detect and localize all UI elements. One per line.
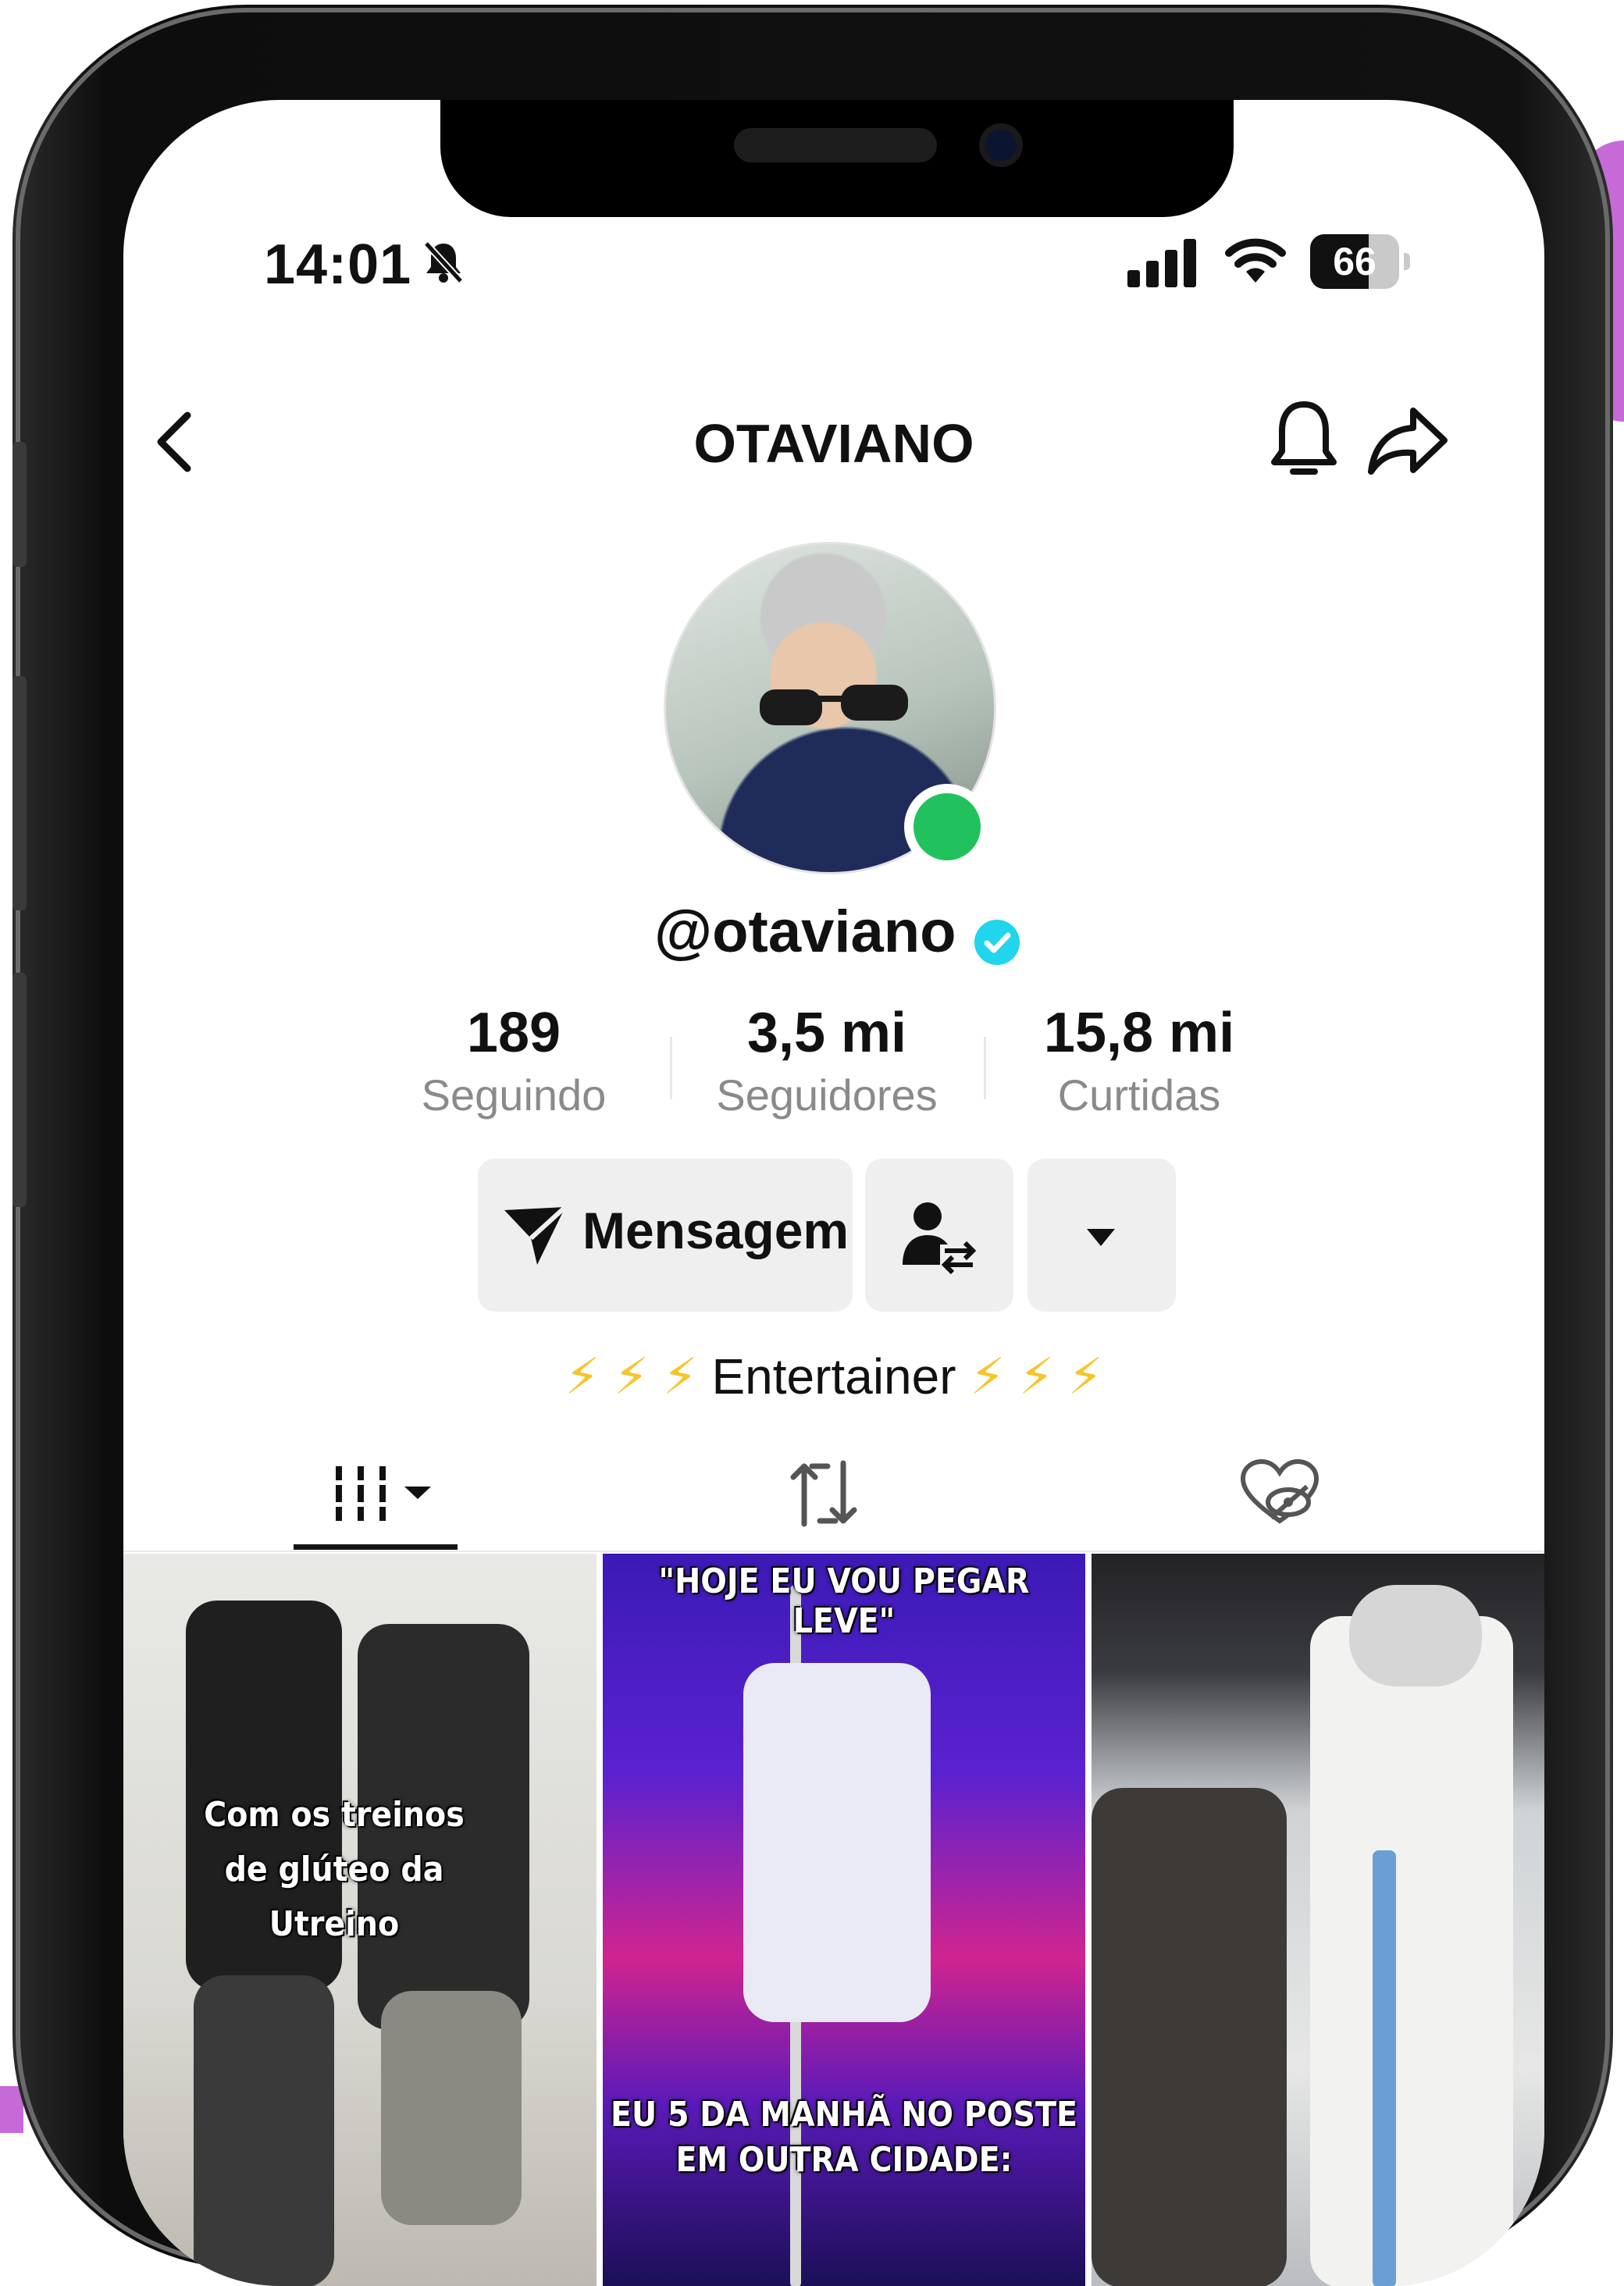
stat-following[interactable]: 189 Seguindo [381,998,646,1123]
stat-following-value: 189 [466,1002,561,1064]
battery-icon: 66 [1310,234,1410,289]
online-status-dot [904,784,990,870]
volume-up-button [12,676,27,910]
stat-divider [984,1037,986,1099]
more-options-button[interactable] [1027,1159,1176,1312]
bell-icon[interactable] [1265,397,1343,482]
bio-bolts-right: ⚡ ⚡ ⚡ [970,1348,1103,1405]
sunglasses-graphic [760,685,908,725]
verified-badge-icon [974,920,1020,965]
username: @otaviano [654,899,956,965]
phone-frame: 14:01 66 OTAVIANO @otaviano 189 Seguindo… [12,5,1613,2286]
video-figure [194,1975,334,2286]
message-button-label: Mensagem [582,1202,849,1259]
video-figure [381,1991,522,2225]
volume-down-button [12,973,27,1207]
stat-followers[interactable]: 3,5 mi Seguidores [694,998,960,1123]
stat-likes[interactable]: 15,8 mi Curtidas [1006,998,1272,1123]
video-caption-bottom: EU 5 DA MANHÃ NO POSTE EM OUTRA CIDADE: [610,2095,1078,2180]
front-camera [979,123,1023,167]
video-figure [1310,1616,1513,2286]
repost-icon[interactable] [781,1458,867,1529]
send-icon [504,1205,568,1265]
active-tab-indicator [294,1544,458,1550]
bio: ⚡ ⚡ ⚡ Entertainer ⚡ ⚡ ⚡ [123,1348,1544,1406]
message-button[interactable]: Mensagem [478,1159,853,1312]
share-icon[interactable] [1365,401,1451,479]
stat-followers-value: 3,5 mi [746,1002,907,1064]
video-figure [1349,1585,1482,1686]
bio-text: Entertainer [711,1348,956,1405]
video-thumbnail-1[interactable]: Com os treinos de glúteo da Utreino [123,1554,597,2286]
stat-followers-label: Seguidores [716,1070,938,1120]
status-time: 14:01 [264,233,412,296]
video-thumbnail-3[interactable] [1092,1554,1544,2286]
stat-following-label: Seguindo [421,1070,607,1120]
bell-slash-icon [423,240,464,284]
wifi-icon [1225,238,1286,283]
signal-icon [1127,239,1196,287]
video-caption: Com os treinos de glúteo da Utreino [204,1795,465,1944]
tabs-separator [123,1551,1544,1552]
stat-divider [670,1037,672,1099]
friend-options-button[interactable] [865,1159,1013,1312]
stat-likes-label: Curtidas [1057,1070,1221,1120]
liked-hidden-icon[interactable] [1237,1458,1323,1529]
battery-tip [1404,253,1410,270]
video-figure [1092,1788,1287,2286]
battery-level: 66 [1333,240,1376,283]
grid-bars-icon[interactable] [326,1458,443,1529]
phone-screen: 14:01 66 OTAVIANO @otaviano 189 Seguindo… [123,100,1544,2286]
caret-down-icon [1087,1229,1115,1246]
bio-bolts-left: ⚡ ⚡ ⚡ [564,1348,698,1405]
notch [440,100,1234,217]
user-swap-icon [903,1202,977,1274]
battery-body: 66 [1310,234,1399,289]
earpiece-speaker [734,128,937,162]
stat-likes-value: 15,8 mi [1043,1002,1235,1064]
video-caption-top: "HOJE EU VOU PEGAR LEVE" [658,1561,1030,1641]
video-figure [743,1663,931,2022]
mute-switch [12,442,27,567]
video-thumbnail-2[interactable]: "HOJE EU VOU PEGAR LEVE" EU 5 DA MANHÃ N… [603,1554,1085,2286]
video-figure [1373,1850,1396,2286]
